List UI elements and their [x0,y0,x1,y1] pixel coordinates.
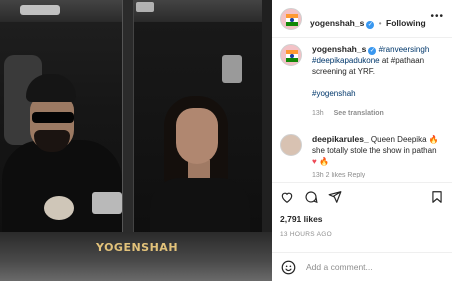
photo-watermark: YOGENSHAH [96,241,179,254]
header-username[interactable]: yogenshah_s [310,18,364,28]
flag-icon [286,14,298,26]
add-comment-row: Add a comment... [272,252,452,281]
likes-count[interactable]: 2,791 likes [280,214,323,224]
comment-meta: 13h 2 likes Reply [312,172,366,178]
post-photo[interactable]: YOGENSHAH [0,0,272,281]
post-side-panel: yogenshah_s ✓ • Following ••• yogenshah_s… [272,0,452,281]
caption-username[interactable]: yogenshah_s [312,44,366,54]
side-mirror [222,55,242,83]
caption-author-avatar[interactable] [280,44,302,66]
caption-meta: 13h See translation [312,110,384,117]
add-comment-input[interactable]: Add a comment... [306,262,373,272]
commenter-avatar[interactable] [280,134,302,156]
person-right-face [176,108,218,164]
comment-emoji: ♥ 🔥 [312,157,329,166]
verified-badge-icon: ✓ [366,21,375,29]
post-header: yogenshah_s ✓ • Following ••• [272,0,452,38]
comment: deepikarules_ Queen Deepika 🔥 she totall… [312,134,452,156]
phone [92,192,122,214]
caption-hashtag[interactable]: #yogenshah [312,89,356,98]
light-glare [136,2,154,12]
smiley-icon[interactable] [281,260,296,275]
send-icon[interactable] [328,190,342,204]
more-options-icon[interactable]: ••• [430,11,444,22]
bookmark-icon[interactable] [430,190,444,204]
see-translation-link[interactable]: See translation [334,110,384,117]
person-left-sunglasses [32,112,74,123]
post-timestamp: 13 HOURS AGO [280,231,333,238]
caption-time: 13h [312,110,324,117]
following-button[interactable]: Following [386,18,426,28]
post-caption: yogenshah_s ✓ #ranveersingh #deepikapaduk… [312,44,448,99]
post-view: YOGENSHAH yogenshah_s ✓ • Following ••• y… [0,0,452,281]
header-user-line: yogenshah_s ✓ • Following [310,13,426,31]
comment-icon[interactable] [304,190,318,204]
comment-username[interactable]: deepikarules_ [312,134,369,144]
car-door-panel [0,232,272,281]
flag-icon [286,50,298,62]
verified-badge-icon: ✓ [368,47,377,55]
person-left-hand [44,196,74,220]
light-glare [20,5,60,15]
author-avatar[interactable] [280,8,302,30]
separator-dot: • [378,19,382,28]
heart-icon[interactable] [280,190,294,204]
action-bar [272,182,452,208]
